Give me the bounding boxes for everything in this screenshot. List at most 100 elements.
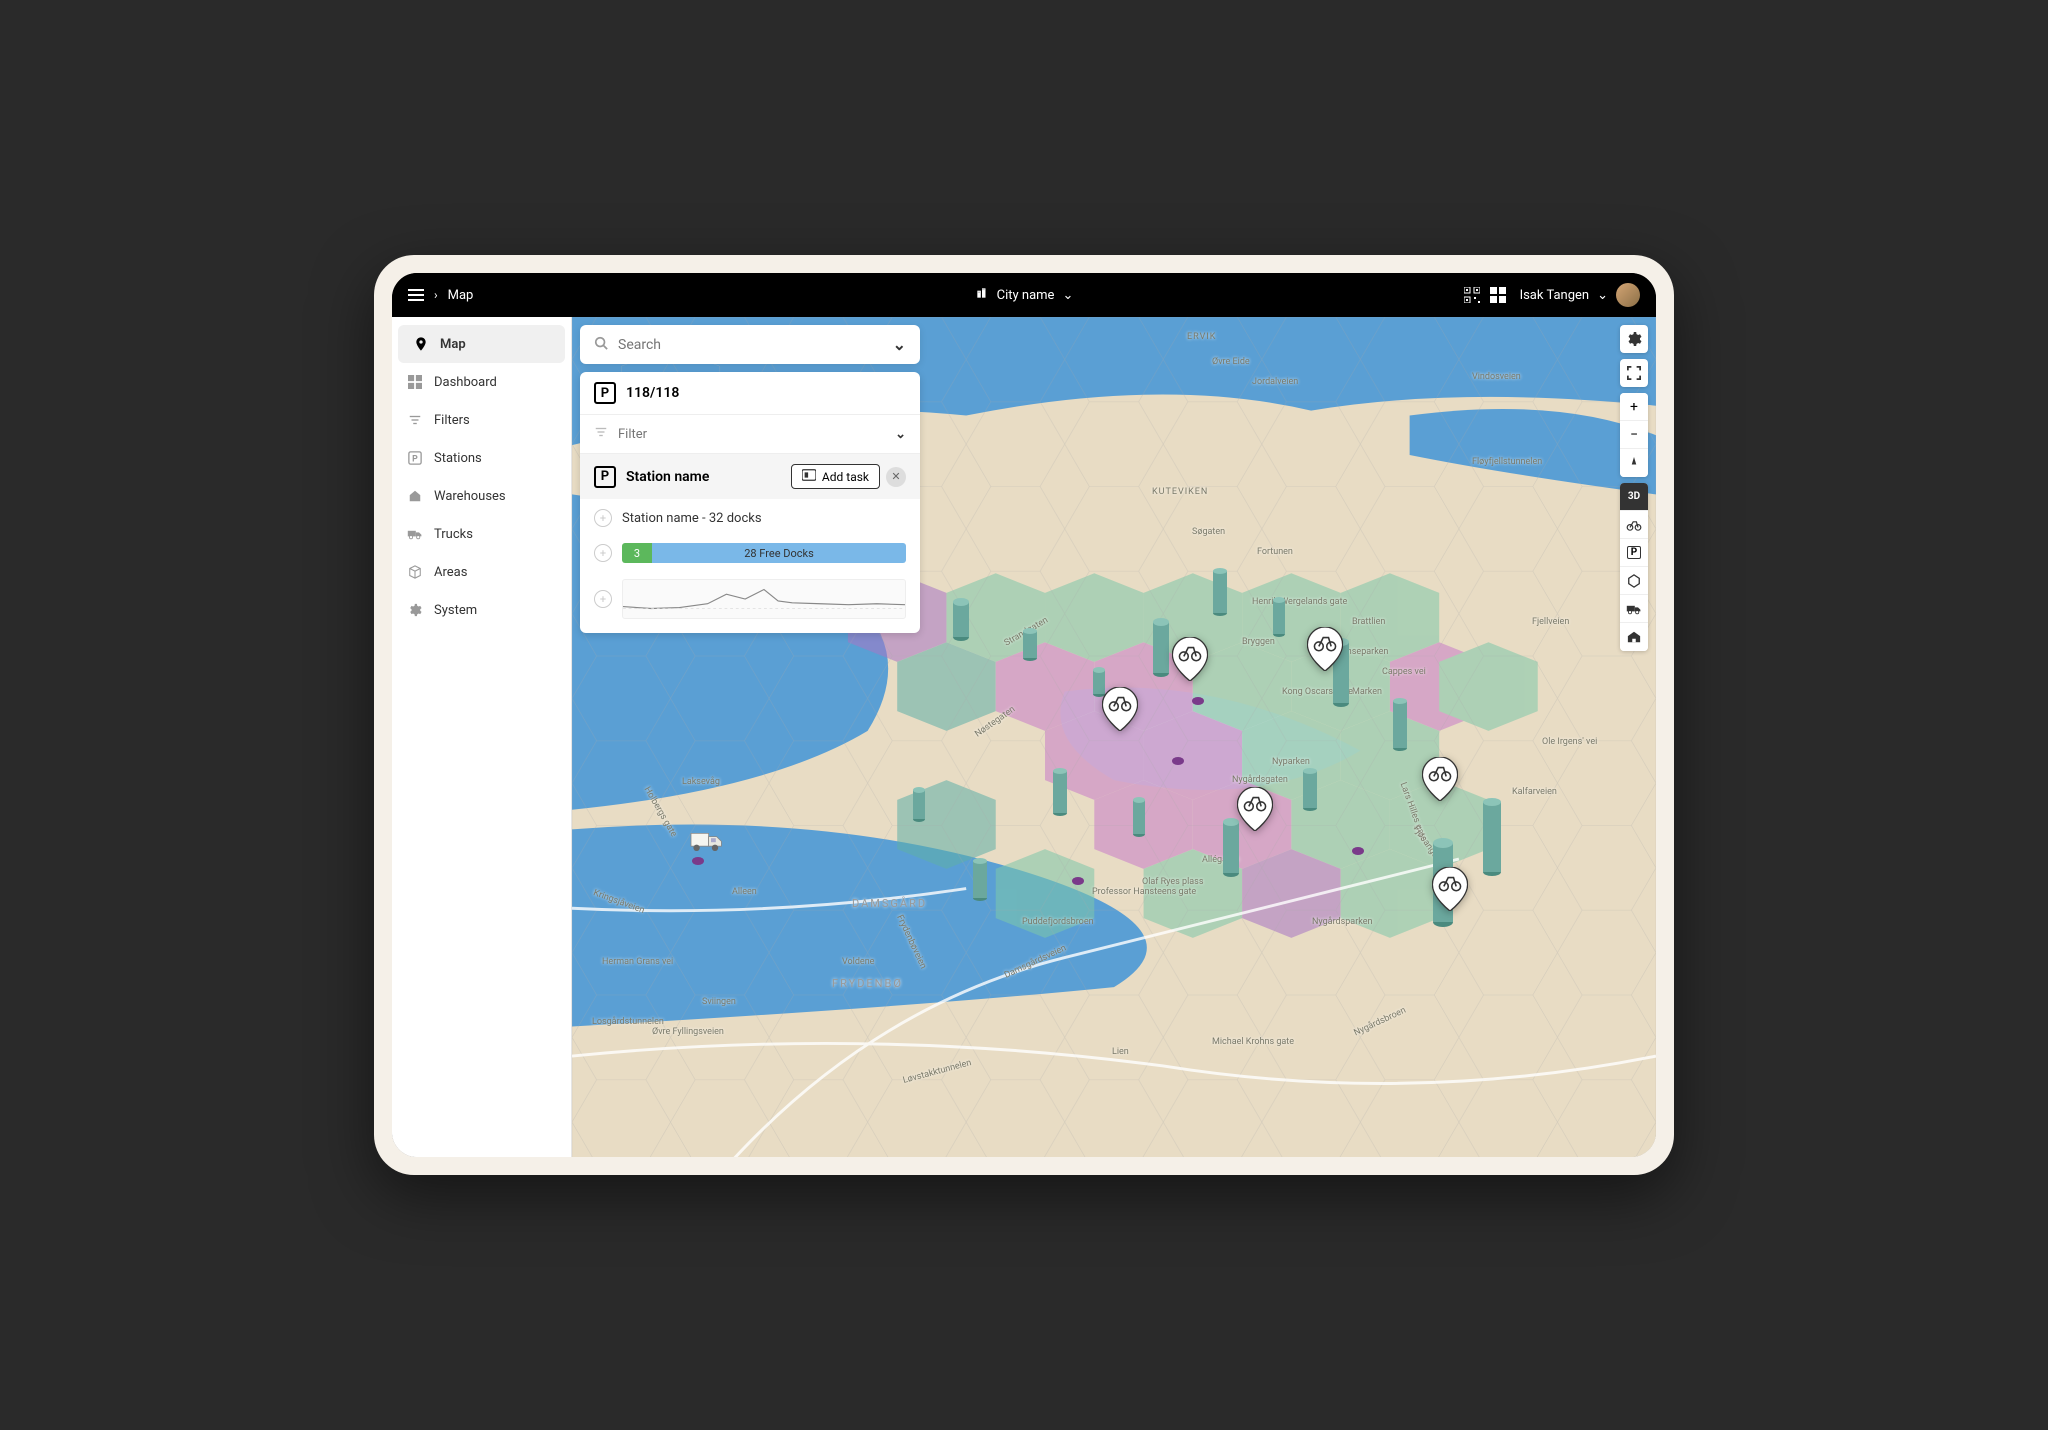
add-task-label: Add task xyxy=(822,470,869,484)
chevron-right-icon: › xyxy=(434,288,438,302)
map-district-label: DAMSGÅRD xyxy=(852,897,927,910)
chevron-down-icon: ⌄ xyxy=(1062,288,1073,303)
sidebar-item-dashboard[interactable]: Dashboard xyxy=(392,363,571,401)
svg-text:P: P xyxy=(412,455,418,465)
bike-layer-button[interactable] xyxy=(1620,511,1648,539)
user-menu[interactable]: Isak Tangen ⌄ xyxy=(1520,283,1640,307)
map-street-label: Kalfarveien xyxy=(1512,787,1557,797)
map-street-label: Laksevåg xyxy=(682,777,720,787)
qr-icon[interactable] xyxy=(1464,287,1480,303)
building-icon xyxy=(975,286,989,304)
docks-free: 28 Free Docks xyxy=(652,543,906,563)
map-street-label: Michael Krohns gate xyxy=(1212,1037,1294,1047)
bike-station-marker[interactable] xyxy=(1172,637,1208,681)
city-selector[interactable]: City name ⌄ xyxy=(975,286,1074,304)
pin-icon xyxy=(412,335,430,353)
home-icon xyxy=(406,487,424,505)
3d-toggle-button[interactable]: 3D xyxy=(1620,483,1648,511)
map-street-label: Voldene xyxy=(842,957,874,967)
map-street-label: Lien xyxy=(1112,1047,1129,1057)
sidebar-item-label: Map xyxy=(440,337,466,352)
bike-station-marker[interactable] xyxy=(1237,787,1273,831)
city-name: City name xyxy=(997,288,1055,303)
map-street-label: Professor Hanstеens gate xyxy=(1092,887,1196,897)
search-box[interactable]: ⌄ xyxy=(580,325,920,364)
cube-icon xyxy=(406,563,424,581)
zoom-in-button[interactable]: + xyxy=(1620,393,1648,421)
sidebar-item-trucks[interactable]: Trucks xyxy=(392,515,571,553)
sidebar-item-label: Warehouses xyxy=(434,489,506,504)
chevron-down-icon[interactable]: ⌄ xyxy=(895,427,906,442)
truck-layer-button[interactable] xyxy=(1620,595,1648,623)
sidebar-item-label: Trucks xyxy=(434,527,473,542)
expand-icon[interactable]: + xyxy=(594,509,612,527)
compass-button[interactable] xyxy=(1620,449,1648,477)
sidebar: Map Dashboard Filters P Stations Warehou… xyxy=(392,317,572,1157)
station-name: Station name xyxy=(626,469,709,485)
settings-button[interactable] xyxy=(1620,325,1648,353)
sidebar-item-label: Filters xyxy=(434,413,470,428)
map-street-label: Marken xyxy=(1352,687,1382,697)
map-street-label: Losgårdstunnelen xyxy=(592,1017,664,1027)
sidebar-item-warehouses[interactable]: Warehouses xyxy=(392,477,571,515)
map-street-label: Ole Irgens' vei xyxy=(1542,737,1597,747)
map-district-label: FRYDENBØ xyxy=(832,977,903,990)
station-detail-text: Station name - 32 docks xyxy=(622,511,762,526)
map-street-label: Jordalveien xyxy=(1252,377,1298,387)
map-street-label: Nygårdsparken xyxy=(1312,917,1372,927)
map-street-label: Cappes vei xyxy=(1382,667,1426,677)
stations-panel: ⌄ P 118/118 ⌄ P Station name xyxy=(580,325,920,633)
grid-icon[interactable] xyxy=(1490,287,1506,303)
sidebar-item-label: System xyxy=(434,603,477,618)
map-street-label: Bryggen xyxy=(1242,637,1275,647)
map-street-label: Herman Grans vei xyxy=(602,957,673,967)
map-street-label: Fjellveien xyxy=(1532,617,1569,627)
expand-icon[interactable]: + xyxy=(594,544,612,562)
map-street-label: Fløyfjellstunnelen xyxy=(1472,457,1542,467)
warehouse-layer-button[interactable] xyxy=(1620,623,1648,651)
user-name: Isak Tangen xyxy=(1520,288,1590,303)
gear-icon xyxy=(406,601,424,619)
filter-input[interactable] xyxy=(618,427,885,442)
truck-marker[interactable] xyxy=(687,827,727,857)
map-street-label: Puddefjordsbroen xyxy=(1022,917,1094,927)
filter-icon xyxy=(594,425,608,443)
bike-station-marker[interactable] xyxy=(1307,627,1343,671)
map-street-label: Nyparken xyxy=(1272,757,1310,767)
avatar xyxy=(1616,283,1640,307)
parking-icon: P xyxy=(594,382,616,404)
grid-icon xyxy=(406,373,424,391)
activity-sparkline xyxy=(622,579,906,619)
chevron-down-icon[interactable]: ⌄ xyxy=(893,335,906,354)
parking-layer-button[interactable]: P xyxy=(1620,539,1648,567)
fullscreen-button[interactable] xyxy=(1620,359,1648,387)
topbar: › Map City name ⌄ Isak Tangen ⌄ xyxy=(392,273,1656,317)
search-input[interactable] xyxy=(618,337,883,353)
chevron-down-icon: ⌄ xyxy=(1597,288,1608,303)
breadcrumb[interactable]: Map xyxy=(448,288,474,303)
add-task-button[interactable]: Add task xyxy=(791,464,880,489)
sidebar-item-map[interactable]: Map xyxy=(398,325,565,363)
bike-station-marker[interactable] xyxy=(1432,867,1468,911)
zoom-out-button[interactable]: − xyxy=(1620,421,1648,449)
sidebar-item-filters[interactable]: Filters xyxy=(392,401,571,439)
sidebar-item-areas[interactable]: Areas xyxy=(392,553,571,591)
bike-station-marker[interactable] xyxy=(1102,687,1138,731)
sidebar-item-system[interactable]: System xyxy=(392,591,571,629)
map-street-label: Nygårdsgaten xyxy=(1232,775,1288,785)
hex-layer-button[interactable] xyxy=(1620,567,1648,595)
map-canvas[interactable]: DAMSGÅRD FRYDENBØ Fløyfjellstunnelen Fje… xyxy=(572,317,1656,1157)
docks-used: 3 xyxy=(622,543,652,563)
activity-chart-row: + xyxy=(580,573,920,633)
station-detail-row[interactable]: + Station name - 32 docks xyxy=(580,499,920,537)
bike-station-marker[interactable] xyxy=(1422,757,1458,801)
sidebar-item-stations[interactable]: P Stations xyxy=(392,439,571,477)
dock-bar: 3 28 Free Docks xyxy=(622,543,906,563)
close-button[interactable]: ✕ xyxy=(886,467,906,487)
search-icon xyxy=(594,335,608,354)
menu-icon[interactable] xyxy=(408,289,424,301)
filter-row[interactable]: ⌄ xyxy=(580,415,920,454)
sidebar-item-label: Stations xyxy=(434,451,482,466)
expand-icon[interactable]: + xyxy=(594,590,612,608)
truck-icon xyxy=(406,525,424,543)
